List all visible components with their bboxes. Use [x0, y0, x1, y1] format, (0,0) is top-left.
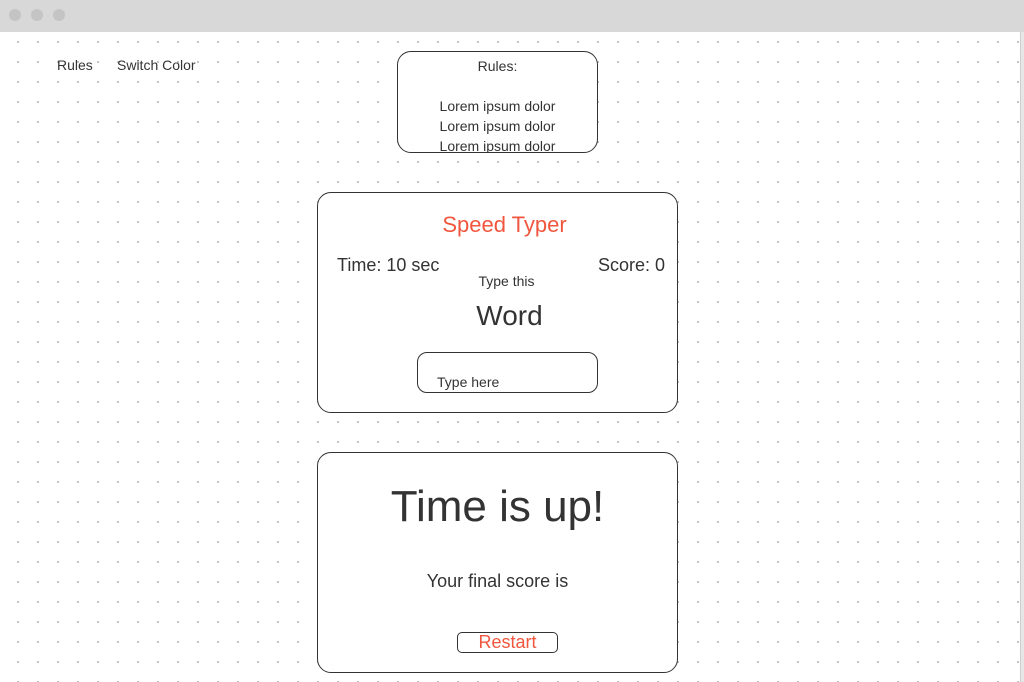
target-word: Word	[476, 300, 543, 331]
rules-panel-title: Rules:	[477, 58, 518, 74]
app-window: Rules Switch Color Rules: Lorem ipsum do…	[0, 0, 1024, 682]
rules-line: Lorem ipsum dolor	[439, 118, 556, 134]
window-minimize-control[interactable]	[31, 9, 43, 21]
result-panel: Time is up! Your final score is Restart	[317, 452, 678, 673]
game-panel: Speed Typer Time: 10 sec Score: 0 Type t…	[317, 192, 678, 413]
switch-color-link[interactable]: Switch Color	[117, 57, 196, 73]
final-score-text: Your final score is	[426, 571, 569, 591]
window-close-control[interactable]	[9, 9, 21, 21]
scrollbar[interactable]	[1020, 32, 1024, 682]
window-titlebar	[0, 0, 1024, 32]
type-this-label: Type this	[478, 273, 535, 289]
game-title: Speed Typer	[442, 212, 567, 237]
type-here-input[interactable]	[417, 352, 598, 393]
window-maximize-control[interactable]	[53, 9, 65, 21]
rules-link[interactable]: Rules	[57, 57, 93, 73]
restart-button[interactable]: Restart	[457, 632, 558, 653]
time-up-title: Time is up!	[390, 482, 605, 531]
rules-line: Lorem ipsum dolor	[439, 138, 556, 153]
rules-panel: Rules: Lorem ipsum dolor Lorem ipsum dol…	[397, 51, 598, 153]
rules-line: Lorem ipsum dolor	[439, 98, 556, 114]
